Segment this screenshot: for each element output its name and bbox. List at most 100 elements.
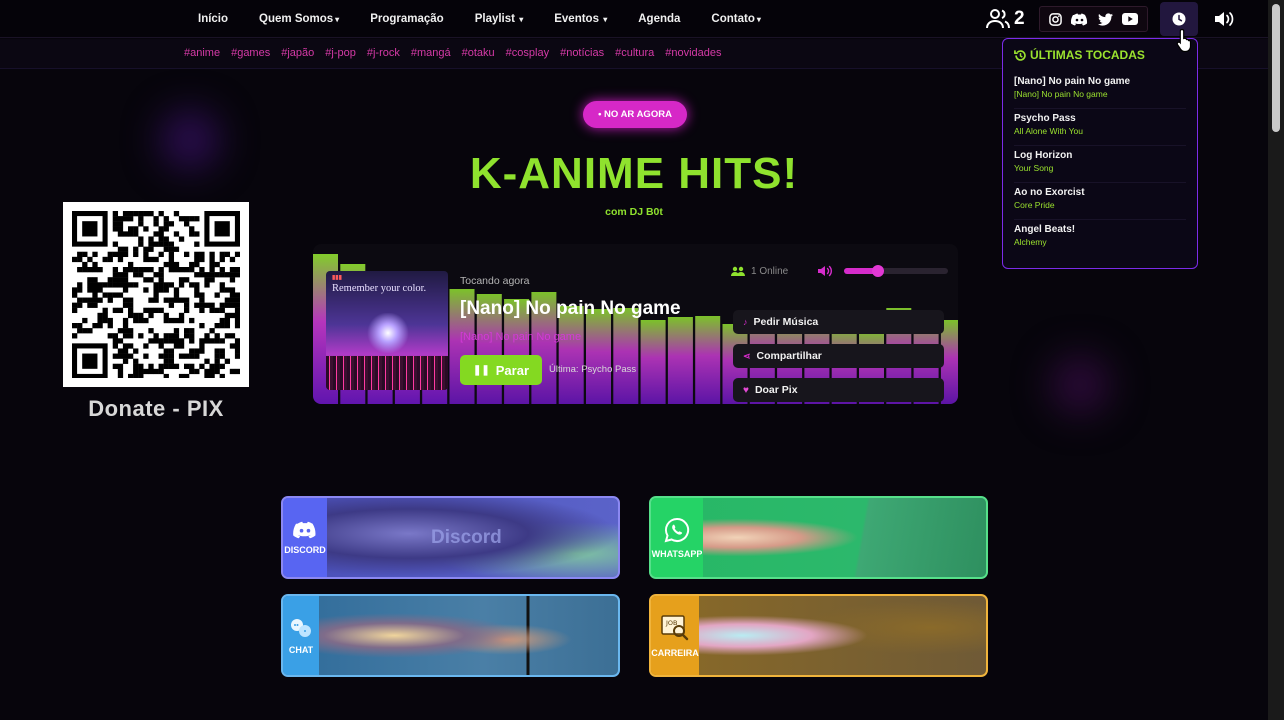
stop-button[interactable]: ❚❚ Parar [460,355,542,385]
qr-module [219,317,225,324]
qr-module [133,312,139,319]
volume-slider-knob[interactable] [872,265,885,277]
nav-contato[interactable]: Contato ▾ [711,13,760,25]
tag-link[interactable]: #j-pop [325,47,356,59]
recent-track[interactable]: Log Horizon Your Song [1014,146,1186,183]
qr-module [122,246,129,252]
nav-inicio[interactable]: Início [198,13,228,25]
qr-module [194,282,200,288]
recent-track[interactable]: Angel Beats! Alchemy [1014,220,1186,257]
qr-module [168,348,175,354]
qr-module [107,292,113,298]
recent-track-artist: Core Pride [1014,200,1055,210]
nav-quem-somos[interactable]: Quem Somos ▾ [259,13,339,25]
qr-module [173,246,180,252]
recent-track[interactable]: Ao no Exorcist Core Pride [1014,183,1186,220]
donate-pix-button[interactable]: ♥ Doar Pix [733,378,944,402]
qr-module [173,231,180,237]
tag-link[interactable]: #games [231,47,270,59]
qr-module [189,328,195,334]
twitter-icon[interactable] [1097,12,1113,26]
qr-module [199,348,205,354]
instagram-icon[interactable] [1048,12,1062,26]
qr-module [184,328,190,334]
qr-module [112,282,119,288]
qr-module [122,272,129,278]
qr-module [189,353,195,359]
page-scrollbar-thumb[interactable] [1272,4,1280,132]
tag-link[interactable]: #notícias [560,47,604,59]
qr-module [214,363,220,370]
qr-module [194,272,200,278]
speaker-icon[interactable] [818,265,834,277]
qr-module [117,272,124,278]
qr-module [229,343,236,349]
qr-module [219,272,225,278]
qr-module [102,317,108,324]
main-menu: Início Quem Somos ▾ Programação Playlist … [198,0,792,38]
qr-module [234,312,241,319]
youtube-icon[interactable] [1122,13,1139,25]
last-played: Última: Psycho Pass [549,364,637,375]
volume-slider[interactable] [844,265,948,277]
visualizer-bar [640,320,666,404]
qr-module [122,216,129,222]
request-song-button[interactable]: ♪ Pedir Música [733,310,944,334]
qr-module [133,363,139,370]
tag-link[interactable]: #novidades [665,47,721,59]
qr-module [204,373,210,380]
qr-module [229,368,236,375]
career-card[interactable]: JOB CARREIRA [649,594,988,677]
volume-button[interactable] [1213,8,1237,30]
qr-module [122,297,129,303]
tag-link[interactable]: #cultura [615,47,654,59]
qr-module [199,343,205,349]
tag-link[interactable]: #otaku [462,47,495,59]
qr-module [72,307,78,314]
nav-eventos[interactable]: Eventos ▾ [554,13,607,25]
qr-module [163,317,169,324]
qr-module [87,297,93,303]
qr-module [209,363,215,370]
recently-played-heading: ÚLTIMAS TOCADAS [1030,48,1145,62]
qr-module [189,368,195,375]
qr-module [138,236,144,242]
qr-module [234,297,241,303]
recent-track[interactable]: [Nano] No pain No game [Nano] No pain No … [1014,72,1186,109]
qr-module [194,251,200,258]
tag-link[interactable]: #j-rock [367,47,400,59]
qr-module [229,287,236,293]
nav-agenda[interactable]: Agenda [638,13,680,25]
tag-link[interactable]: #japão [281,47,314,59]
tag-link[interactable]: #cosplay [506,47,549,59]
qr-module [138,333,144,339]
qr-module [173,333,180,339]
qr-module [72,287,78,293]
qr-module [117,231,124,237]
nav-playlist[interactable]: Playlist ▾ [475,13,524,25]
tag-link[interactable]: #anime [184,47,220,59]
qr-module [204,272,210,278]
qr-module [92,287,98,293]
whatsapp-card[interactable]: WHATSAPP [649,496,988,579]
visualizer-bar [695,316,721,404]
qr-module [122,348,129,354]
tag-link[interactable]: #mangá [411,47,451,59]
qr-module [102,292,108,298]
qr-module [204,277,210,283]
qr-module [117,363,124,370]
discord-card[interactable]: DISCORD Discord [281,496,620,579]
recent-track[interactable]: Psycho Pass All Alone With You [1014,109,1186,146]
qr-module [107,297,113,303]
qr-module [158,282,164,288]
qr-module [153,256,159,263]
qr-module [184,302,190,308]
qr-module [107,282,113,288]
nav-programacao[interactable]: Programação [370,13,444,25]
online-count: 1 Online [751,266,789,277]
qr-module [148,328,154,334]
share-button[interactable]: ⋖ Compartilhar [733,344,944,368]
discord-icon[interactable] [1071,13,1088,26]
qr-module [107,277,113,283]
chat-card[interactable]: CHAT [281,594,620,677]
